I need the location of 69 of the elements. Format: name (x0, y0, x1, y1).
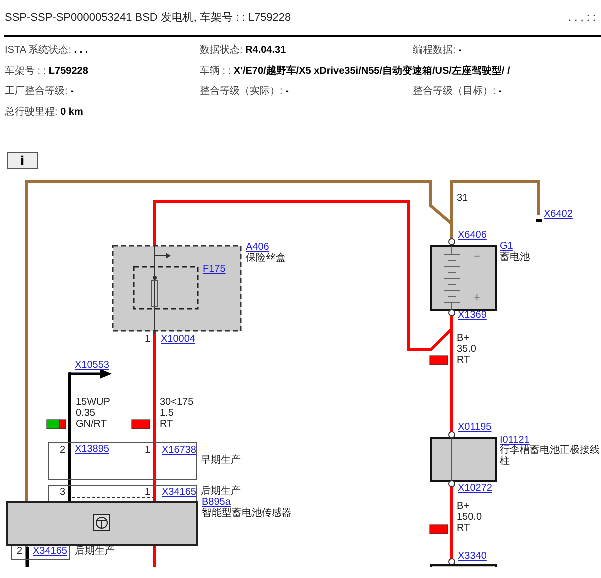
wire-label: 31 (457, 193, 468, 204)
connector-link[interactable]: X34165 (33, 546, 68, 557)
info-field: 整合等级（目标）: - (413, 84, 502, 98)
component-name: 行李槽蓄电池正极接线柱 (500, 445, 600, 467)
wire-label: RT (457, 355, 470, 366)
fuse-outline (133, 266, 199, 310)
connector-link[interactable]: X01195 (458, 422, 492, 433)
connector-link[interactable]: X1369 (458, 310, 487, 321)
arrow-icon (68, 369, 112, 379)
wire-label: B+ (457, 333, 470, 344)
production-note: 后期生产 (75, 546, 115, 557)
wire-label: B+ (457, 501, 470, 512)
component-name: 智能型蓄电池传感器 (202, 508, 292, 519)
header-marks: . . , : : (568, 12, 596, 24)
info-field: 工厂整合等级: - (5, 84, 200, 98)
terminal-icon (448, 310, 456, 316)
polarity-sign: − (474, 251, 480, 263)
info-field: 总行驶里程: 0 km (5, 104, 84, 119)
wire-label: 30<175 (160, 397, 194, 408)
connector-link[interactable]: X6406 (458, 230, 487, 241)
pin-number: 1 (145, 487, 151, 498)
connector-link[interactable]: X3340 (458, 551, 487, 562)
connector-link[interactable]: X10004 (161, 334, 196, 345)
wire-label: 1.5 (160, 408, 174, 419)
terminal-icon (448, 480, 456, 488)
production-note: 后期生产 (201, 486, 241, 497)
info-field: 整合等级（实际）: - (200, 84, 413, 98)
ground-terminal-icon (536, 219, 542, 222)
production-note: 早期生产 (201, 455, 241, 466)
connector-link[interactable]: X13895 (75, 444, 110, 455)
wire-label: 150.0 (457, 512, 482, 523)
terminal-box (430, 437, 497, 482)
terminal-icon (448, 432, 456, 438)
wire-label: RT (160, 419, 174, 430)
battery-cells-icon (444, 246, 460, 310)
component-link[interactable]: I01121 (500, 435, 530, 446)
component-box (430, 564, 497, 567)
connector-link[interactable]: X16738 (162, 445, 196, 456)
info-field: ISTA 系统状态: . . . (5, 43, 200, 58)
connector-link[interactable]: X34165 (162, 487, 196, 498)
sensor-icon (94, 514, 110, 532)
info-field: 车辆 : : X'/E70/越野车/X5 xDrive35i/N55/自动变速箱/US/左座驾驶型/ / (200, 64, 510, 78)
component-name: 保险丝盒 (246, 253, 286, 264)
component-link[interactable]: A406 (246, 242, 270, 253)
pin-number: 2 (17, 546, 23, 557)
info-field: 编程数据: - (413, 43, 462, 58)
pin-number: 1 (145, 334, 151, 345)
wire-label: GN/RT (76, 419, 107, 430)
connector-link[interactable]: X6402 (544, 209, 573, 220)
component-link[interactable]: B895a (202, 497, 231, 508)
pin-number: 2 (60, 445, 66, 456)
component-link[interactable]: G1 (500, 241, 514, 252)
report-title: SSP-SSP-SP0000053241 BSD 发电机, 车架号 : : L759228 (5, 10, 292, 25)
connector-link[interactable]: X10272 (458, 483, 492, 494)
info-field: 数据状态: R4.04.31 (200, 43, 413, 58)
terminal-icon (448, 238, 456, 246)
component-link[interactable]: F175 (203, 264, 226, 275)
wire-label: 0.35 (76, 408, 96, 419)
wire-label: RT (457, 523, 470, 534)
connector-link[interactable]: X10553 (75, 360, 110, 371)
info-button[interactable]: i (7, 152, 38, 169)
component-name: 蓄电池 (500, 252, 530, 263)
info-field: 车架号 : : L759228 (5, 64, 200, 78)
pin-number: 1 (145, 445, 151, 456)
battery-box (430, 245, 497, 311)
wire-label: 15WUP (76, 397, 110, 408)
wire-label: 35.0 (457, 344, 476, 355)
polarity-sign: + (474, 292, 480, 304)
pin-number: 3 (60, 487, 66, 498)
